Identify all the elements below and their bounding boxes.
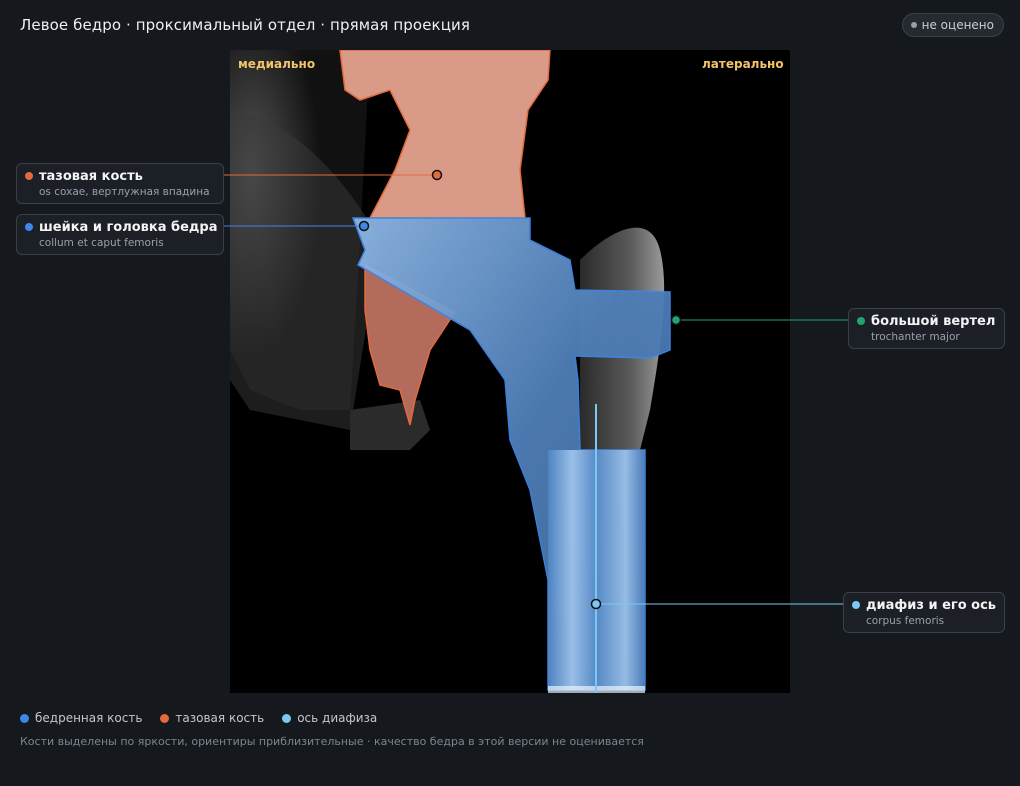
- legend-label: бедренная кость: [35, 711, 143, 725]
- status-dot-icon: [910, 22, 917, 28]
- neck-color-dot: [25, 223, 33, 231]
- page-title: Левое бедро · проксимальный отдел · прям…: [20, 16, 470, 34]
- trochanter-color-dot: [857, 317, 865, 325]
- callout-pelvis-latin: os coxae, вертлужная впадина: [39, 186, 210, 198]
- orientation-lateral: латерально: [702, 57, 784, 71]
- legend-label: ось диафиза: [297, 711, 378, 725]
- callout-pelvis[interactable]: тазовая кость os coxae, вертлужная впади…: [16, 163, 224, 204]
- legend-label: тазовая кость: [175, 711, 265, 725]
- status-badge[interactable]: не оценено: [901, 13, 1004, 37]
- orientation-medial: медиально: [238, 57, 316, 71]
- shaft-color-dot: [852, 601, 860, 609]
- callout-shaft-latin: corpus femoris: [866, 615, 945, 627]
- callout-shaft-name: диафиз и его ось: [866, 598, 997, 613]
- xray-image: [230, 50, 790, 693]
- callout-trochanter-latin: trochanter major: [871, 331, 960, 343]
- callout-neck-name: шейка и головка бедра: [39, 220, 218, 235]
- xray-viewer[interactable]: [230, 50, 790, 693]
- neck-landmark[interactable]: [358, 220, 370, 232]
- legend-item-pelvis: тазовая кость: [160, 711, 264, 725]
- legend-item-femur: бедренная кость: [20, 711, 142, 725]
- legend-dot-icon: [20, 713, 29, 723]
- footer-note: Кости выделены по яркости, ориентиры при…: [20, 735, 644, 748]
- trochanter-landmark[interactable]: [670, 314, 682, 326]
- shaft-landmark[interactable]: [590, 598, 602, 610]
- callout-pelvis-name: тазовая кость: [39, 169, 143, 184]
- status-badge-label: не оценено: [921, 18, 994, 32]
- legend-dot-icon: [282, 713, 292, 723]
- callout-trochanter[interactable]: большой вертел trochanter major: [848, 308, 1005, 349]
- legend-dot-icon: [160, 713, 170, 723]
- callout-neck[interactable]: шейка и головка бедра collum et caput fe…: [16, 214, 224, 255]
- pelvis-landmark[interactable]: [431, 169, 443, 181]
- legend-item-axis: ось диафиза: [282, 711, 377, 725]
- pelvis-color-dot: [25, 172, 33, 180]
- callout-neck-latin: collum et caput femoris: [39, 237, 164, 249]
- callout-shaft[interactable]: диафиз и его ось corpus femoris: [843, 592, 1005, 633]
- legend: бедренная кость тазовая кость ось диафиз…: [20, 711, 377, 725]
- callout-trochanter-name: большой вертел: [871, 314, 996, 329]
